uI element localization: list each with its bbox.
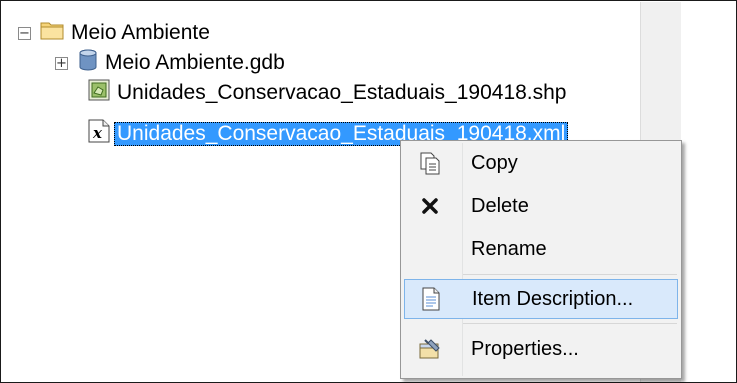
menu-item-label: Rename xyxy=(471,237,547,260)
menu-item-label: Properties... xyxy=(471,337,579,360)
menu-item-properties[interactable]: Properties... xyxy=(404,329,678,369)
tree-node-meio-ambiente[interactable]: − Meio Ambiente xyxy=(18,18,210,48)
menu-separator xyxy=(463,323,677,324)
content-pane xyxy=(681,2,736,382)
tree-node-shapefile[interactable]: Unidades_Conservacao_Estaduais_190418.sh… xyxy=(88,78,567,108)
delete-icon xyxy=(404,197,456,215)
folder-icon xyxy=(40,20,64,46)
tree-node-label: Meio Ambiente xyxy=(71,21,210,44)
menu-item-copy[interactable]: Copy xyxy=(404,143,678,183)
xml-file-icon: x xyxy=(88,119,110,149)
menu-item-label: Delete xyxy=(471,194,529,217)
tree-node-label: Unidades_Conservacao_Estaduais_190418.sh… xyxy=(117,81,567,104)
geodatabase-icon xyxy=(78,49,98,77)
shapefile-polygon-icon xyxy=(88,79,110,107)
tree-node-gdb[interactable]: + Meio Ambiente.gdb xyxy=(55,48,285,78)
menu-item-label: Item Description... xyxy=(472,287,634,310)
menu-item-rename[interactable]: Rename xyxy=(404,229,678,269)
tree-node-label: Meio Ambiente.gdb xyxy=(105,51,285,74)
context-menu: Copy Delete Rename Item Description... P… xyxy=(400,140,682,379)
svg-text:x: x xyxy=(92,124,103,142)
menu-item-delete[interactable]: Delete xyxy=(404,186,678,226)
menu-item-label: Copy xyxy=(471,151,518,174)
collapse-icon[interactable]: − xyxy=(18,26,31,40)
menu-separator xyxy=(463,274,677,275)
properties-icon xyxy=(404,338,456,360)
expand-icon[interactable]: + xyxy=(55,56,68,70)
item-description-icon xyxy=(405,287,457,311)
copy-icon xyxy=(404,151,456,175)
menu-item-item-description[interactable]: Item Description... xyxy=(404,279,678,319)
